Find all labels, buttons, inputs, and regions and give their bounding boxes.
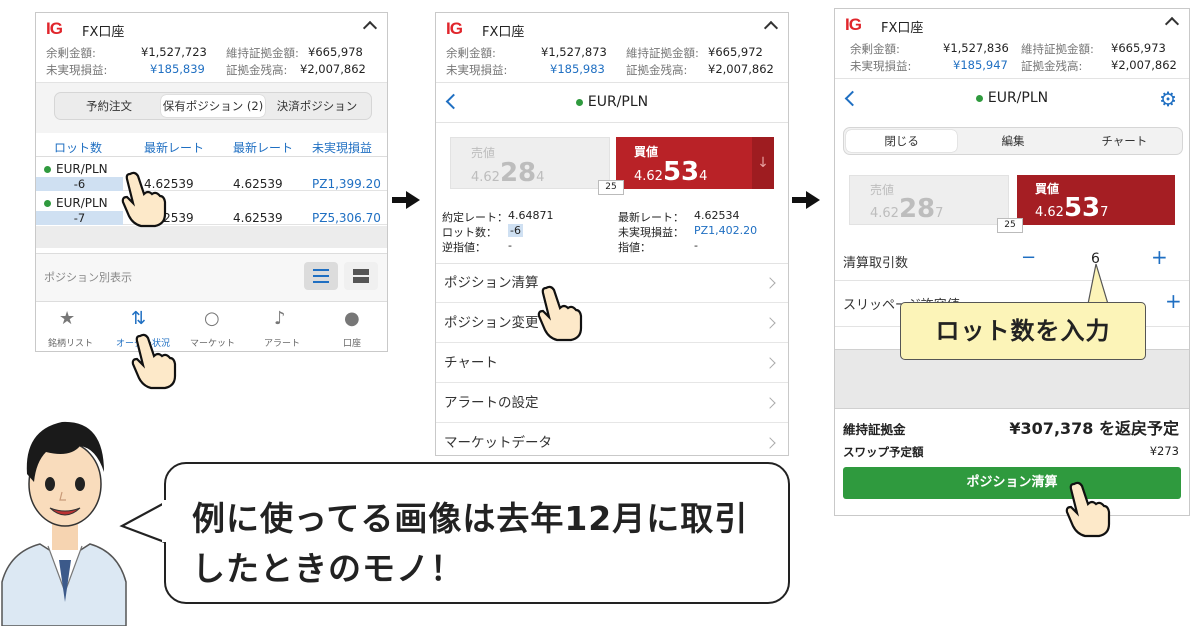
menu-close-position[interactable]: ポジション清算 (436, 263, 788, 303)
instrument-title: EUR/PLN (587, 94, 649, 110)
panel-close-position: IG FX口座 余剰金額: ¥1,527,836 維持証拠金額: ¥665,97… (834, 8, 1190, 516)
maint-margin-return: ¥307,378 を返戻予定 (1009, 419, 1179, 438)
account-header: IG FX口座 余剰金額: ¥1,527,723 維持証拠金額: ¥665,97… (36, 13, 387, 83)
arrow-down-icon: ↓ (752, 137, 774, 189)
list-view-button[interactable] (304, 262, 338, 290)
lot-input-tooltip: ロット数を入力 (900, 302, 1146, 360)
plus-icon[interactable]: + (1151, 245, 1168, 269)
chevron-right-icon (764, 277, 776, 289)
tab-open-positions[interactable]: 保有ポジション (2) (161, 95, 265, 117)
presenter-avatar (1, 421, 127, 626)
sell-price-button[interactable]: 売値 4.62287 (849, 175, 1009, 225)
bell-icon[interactable]: ♪ (274, 308, 286, 329)
search-icon[interactable]: ○ (204, 308, 220, 329)
panel-position-detail: IG FX口座 余剰金額: ¥1,527,873 維持証拠金額: ¥665,97… (435, 12, 789, 456)
collapse-chevron-icon[interactable] (763, 20, 779, 36)
col-latest-rate-2[interactable]: 最新レート (233, 139, 293, 156)
arrow-right-icon (406, 191, 420, 209)
col-unrealized-pl[interactable]: 未実現損益 (312, 139, 372, 156)
live-dot-icon (44, 166, 51, 173)
view-mode-label: ポジション別表示 (44, 271, 132, 284)
tab-pending-orders[interactable]: 予約注文 (57, 95, 161, 117)
arrow-right-icon (806, 191, 820, 209)
instrument-title: EUR/PLN (987, 90, 1049, 106)
menu-chart[interactable]: チャート (436, 343, 788, 383)
tab-close[interactable]: 閉じる (846, 130, 958, 152)
col-latest-rate-1[interactable]: 最新レート (144, 139, 204, 156)
chevron-right-icon (764, 397, 776, 409)
account-name: FX口座 (881, 21, 924, 36)
card-view-button[interactable] (344, 262, 378, 290)
tab-chart[interactable]: チャート (1069, 130, 1180, 152)
menu-market-data[interactable]: マーケットデータ (436, 423, 788, 455)
nav-market[interactable]: マーケット (190, 336, 235, 349)
buy-price-button[interactable]: 買値 4.62534 ↓ (616, 137, 774, 189)
live-dot-icon (575, 98, 583, 106)
live-dot-icon (44, 200, 51, 207)
menu-alert-settings[interactable]: アラートの設定 (436, 383, 788, 423)
panel-positions: IG FX口座 余剰金額: ¥1,527,723 維持証拠金額: ¥665,97… (35, 12, 388, 352)
star-icon[interactable]: ★ (59, 308, 75, 329)
tab-edit[interactable]: 編集 (957, 130, 1068, 152)
swap-value: ¥273 (1149, 444, 1179, 458)
card-icon (353, 269, 369, 275)
nav-account[interactable]: 口座 (343, 336, 361, 349)
pointing-hand-icon (121, 171, 167, 228)
chevron-right-icon (764, 437, 776, 449)
maint-margin-label: 維持証拠金 (843, 422, 906, 437)
position-details: 約定レート： 4.64871 最新レート： 4.62534 ロット数： -6 未… (442, 209, 758, 254)
ig-logo: IG (46, 19, 63, 38)
gear-icon[interactable]: ⚙ (1159, 87, 1177, 111)
menu-modify-position[interactable]: ポジション変更 (436, 303, 788, 343)
tab-closed-positions[interactable]: 決済ポジション (265, 95, 369, 117)
plus-icon[interactable]: + (1165, 289, 1182, 313)
ig-logo: IG (845, 15, 862, 34)
summary-row-2: 未実現損益: ¥185,839 証拠金残高: ¥2,007,862 (46, 62, 366, 77)
spread-badge: 25 (598, 180, 624, 195)
ig-logo: IG (446, 19, 463, 38)
nav-alerts[interactable]: アラート (264, 336, 300, 349)
live-dot-icon (975, 94, 983, 102)
orders-icon[interactable]: ⇅ (131, 308, 146, 329)
summary-row-1: 余剰金額: ¥1,527,723 維持証拠金額: ¥665,978 (46, 45, 363, 60)
list-icon (313, 269, 329, 283)
position-row[interactable]: EUR/PLN -7 4.62539 4.62539 PZ5,306.70 (36, 193, 387, 225)
close-quantity-row: 清算取引数 − 6 + (835, 239, 1189, 281)
pointing-hand-icon (537, 285, 583, 342)
tooltip-pointer (1087, 263, 1109, 304)
account-header: IG FX口座 余剰金額: ¥1,527,836 維持証拠金額: ¥665,97… (835, 9, 1189, 79)
minus-icon[interactable]: − (1021, 247, 1036, 268)
speech-bubble: 例に使ってる画像は去年12月に取引 したときのモノ！ (164, 462, 790, 604)
sell-price-button[interactable]: 売値 4.62284 (450, 137, 610, 189)
account-name: FX口座 (482, 25, 525, 40)
nav-watchlist[interactable]: 銘柄リスト (48, 336, 93, 349)
position-row[interactable]: EUR/PLN -6 4.62539 4.62539 PZ1,399.20 (36, 159, 387, 191)
swap-label: スワップ予定額 (843, 445, 924, 459)
collapse-chevron-icon[interactable] (1164, 16, 1180, 32)
collapse-chevron-icon[interactable] (362, 20, 378, 36)
chevron-right-icon (764, 357, 776, 369)
col-lots[interactable]: ロット数 (54, 139, 102, 156)
account-name: FX口座 (82, 25, 125, 40)
action-tabs: 閉じる 編集 チャート (843, 127, 1183, 155)
close-position-button[interactable]: ポジション清算 (843, 467, 1181, 499)
account-header: IG FX口座 余剰金額: ¥1,527,873 維持証拠金額: ¥665,97… (436, 13, 788, 83)
chevron-right-icon (764, 317, 776, 329)
pointing-hand-icon (1065, 481, 1111, 538)
buy-price-button[interactable]: 買値 4.62537 (1017, 175, 1175, 225)
spread-badge: 25 (997, 218, 1023, 233)
pointing-hand-icon (131, 333, 177, 390)
position-tabs: 予約注文 保有ポジション (2) 決済ポジション (54, 92, 372, 120)
bottom-nav: ★ 銘柄リスト ⇅ オーダー状況 ○ マーケット ♪ アラート ● 口座 (36, 301, 387, 351)
account-icon[interactable]: ● (344, 308, 360, 329)
